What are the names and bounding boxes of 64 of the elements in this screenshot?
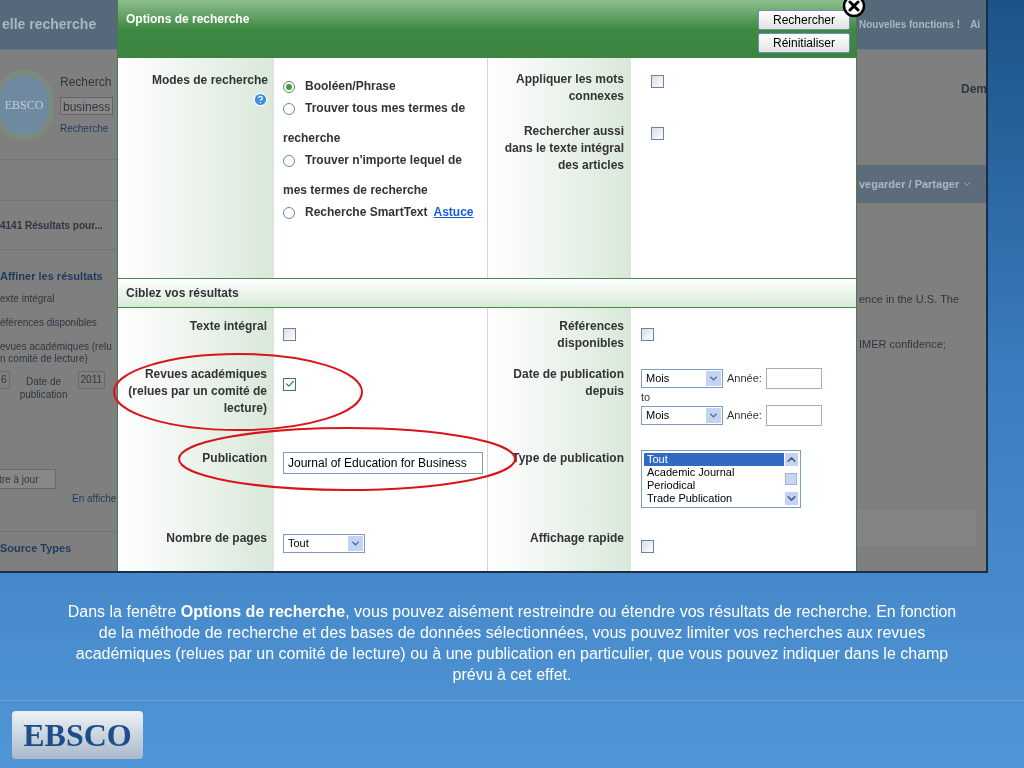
- checkbox[interactable]: [651, 127, 664, 140]
- year-field: 2011: [77, 371, 106, 389]
- field-label: Modes de recherche: [151, 72, 268, 89]
- list-option[interactable]: Tout: [644, 453, 784, 466]
- to-label: to: [641, 390, 651, 405]
- publication-field[interactable]: Journal of Education for Business: [283, 452, 483, 474]
- list-option[interactable]: Academic Journal: [644, 466, 784, 479]
- publication-type-list[interactable]: Tout Academic Journal Periodical Trade Publication: [641, 450, 801, 508]
- field-label: Nombre de pages: [166, 531, 267, 545]
- dropdown[interactable]: Mois: [641, 406, 723, 425]
- search-field[interactable]: business: [60, 97, 114, 115]
- chevron-down-icon: [708, 410, 719, 421]
- refine-item: éférences disponibles: [0, 317, 98, 329]
- year-label: Année:: [727, 371, 762, 387]
- year-field[interactable]: [765, 368, 822, 389]
- field-label: Texte intégral: [189, 319, 267, 333]
- scroll-up-icon[interactable]: [784, 453, 798, 466]
- page-title: elle recherche: [2, 15, 97, 34]
- field-label: Appliquer les mots connexes: [515, 72, 624, 103]
- close-icon[interactable]: [842, 0, 866, 18]
- scrollbar-thumb[interactable]: [785, 473, 797, 485]
- ebsco-logo: EBSCO: [12, 710, 143, 759]
- dialog-title: Options de recherche: [126, 11, 250, 28]
- refine-title: Affiner les résultats: [0, 269, 104, 284]
- dialog-button[interactable]: Réinitialiser: [758, 33, 850, 53]
- checkbox[interactable]: [641, 328, 654, 341]
- field-label: Publication: [202, 451, 267, 465]
- date-label: Date de publication: [18, 375, 69, 401]
- checkbox[interactable]: [651, 75, 664, 88]
- chevron-down-icon: [962, 179, 973, 189]
- field-label: Références disponibles: [557, 319, 624, 350]
- search-label: Recherch: [60, 74, 113, 91]
- help-icon[interactable]: [253, 92, 268, 107]
- tip-link[interactable]: Astuce: [433, 205, 474, 219]
- result-snippet: ence in the U.S. The: [859, 292, 961, 307]
- year-field: 6: [0, 371, 10, 389]
- refine-item: evues académiques (relu: [0, 341, 113, 353]
- checkbox[interactable]: [283, 328, 296, 341]
- field-label: Affichage rapide: [529, 531, 624, 545]
- logo-badge: EBSCO: [0, 69, 54, 140]
- refine-item: n comité de lecture): [0, 353, 89, 365]
- results-count: 4141 Résultats pour...: [0, 218, 103, 233]
- field-label: Rechercher aussi dans le texte intégral des articles: [504, 124, 624, 172]
- field-label: Date de publication depuis: [513, 367, 624, 398]
- dropdown[interactable]: Mois: [641, 369, 723, 388]
- source-types-heading: Source Types: [0, 541, 73, 556]
- chevron-down-icon: [708, 373, 719, 384]
- dropdown[interactable]: Tout: [283, 533, 365, 553]
- year-label: Année:: [727, 408, 762, 424]
- year-field[interactable]: [765, 405, 822, 426]
- list-option[interactable]: Periodical: [644, 479, 784, 492]
- refine-item: exte intégral: [0, 293, 56, 305]
- scroll-down-icon[interactable]: [784, 492, 798, 505]
- slide-caption: Dans la fenêtre Options de recherche, vous pouvez aisément restreindre ou étendre vos résultats de recherche. En fonction de la méthode de recherche et des bases de données sélectionnées, vous pouvez limiter vos recherches aux revues académiques (relues par un comité de lecture) ou à une publication en particulier, que vous pouvez indiquer dans le champ prévu à cet effet.: [66, 602, 958, 685]
- checkbox[interactable]: [641, 540, 654, 553]
- checkbox[interactable]: [283, 377, 296, 391]
- result-snippet: IMER confidence;: [859, 336, 947, 352]
- check-icon: [284, 379, 295, 389]
- list-option[interactable]: Trade Publication: [644, 492, 784, 505]
- header-text: Dem: [961, 81, 986, 98]
- section-title: Ciblez vos résultats: [126, 285, 239, 302]
- field-label: Revues académiques (relues par un comité de lecture): [128, 367, 267, 415]
- dialog-button[interactable]: Rechercher: [758, 10, 850, 30]
- update-button[interactable]: tre à jour: [0, 469, 56, 489]
